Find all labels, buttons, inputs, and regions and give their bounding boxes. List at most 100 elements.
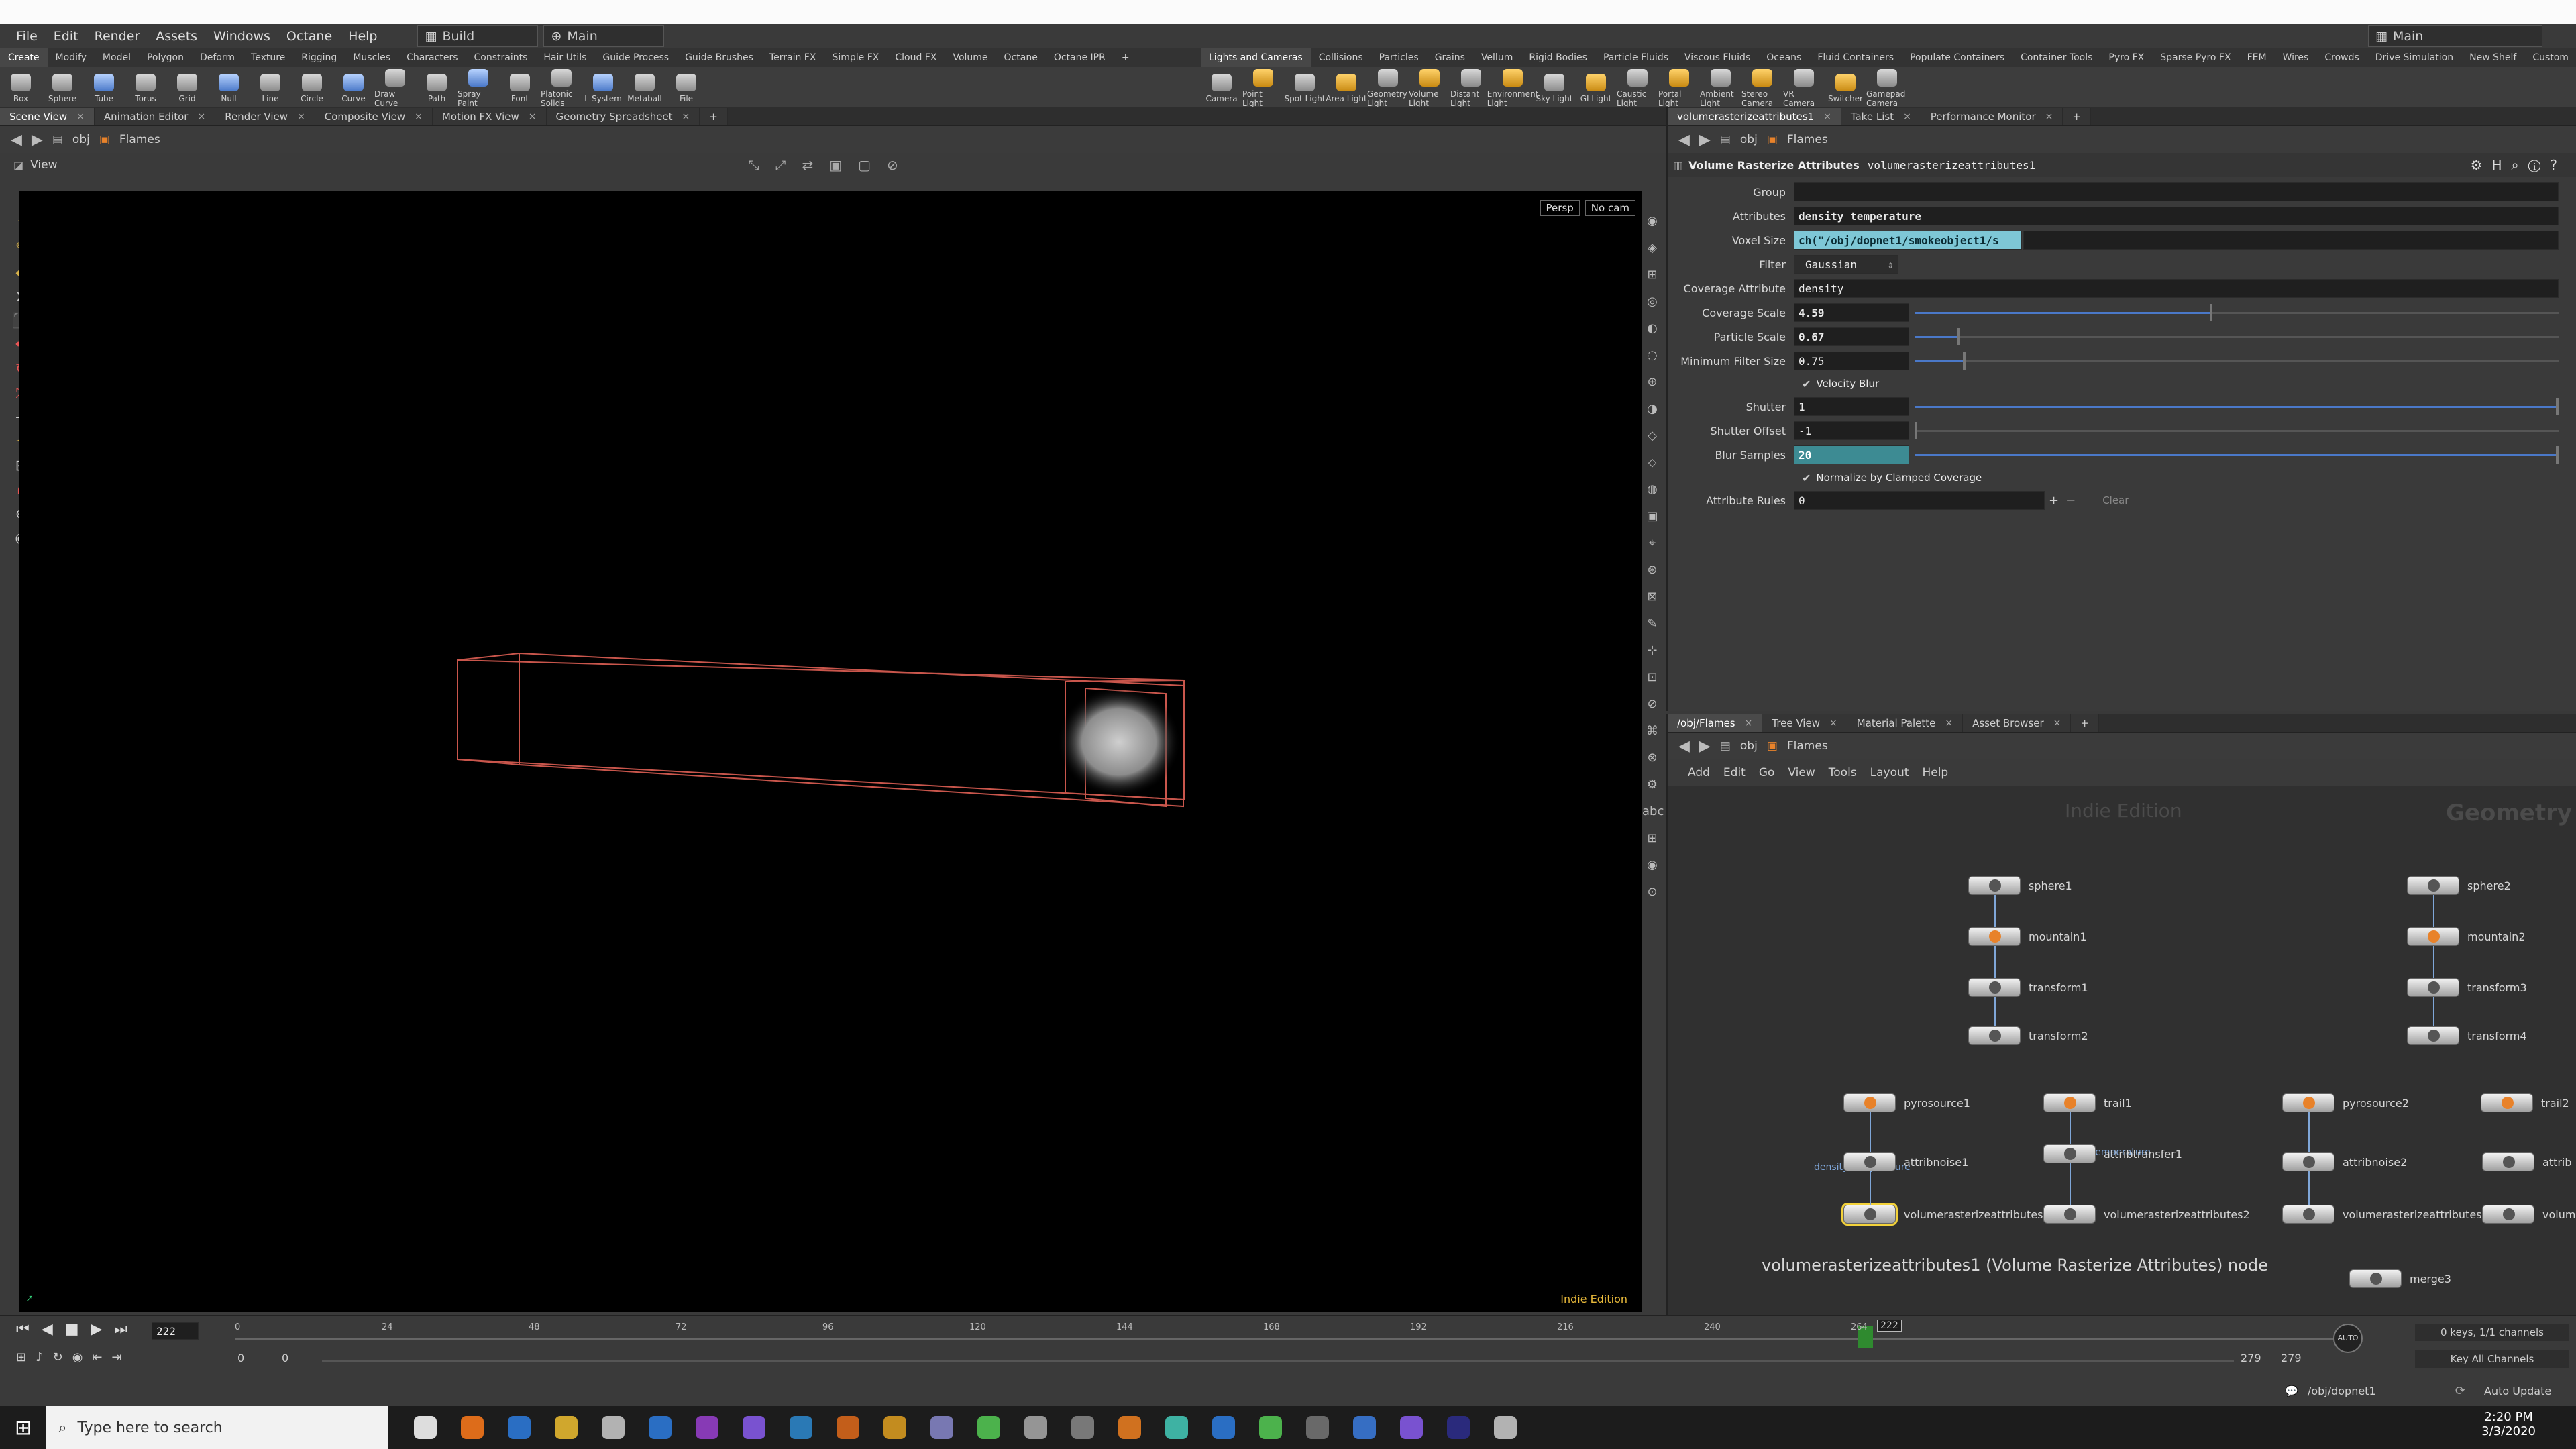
shelf-tool[interactable]: Switcher [1825,71,1866,103]
node-icon[interactable] [2043,1144,2096,1163]
taskbar-app-icon[interactable] [1447,1416,1470,1439]
pane-tab[interactable]: volumerasterizeattributes1 × [1668,108,1841,125]
pane-tab[interactable]: Take List × [1841,108,1921,125]
shelf-tab[interactable]: FEM [2239,48,2275,67]
current-frame-field[interactable]: 222 [152,1322,199,1340]
voxel-size-field[interactable]: ch("/obj/dopnet1/smokeobject1/s [1794,231,2022,250]
close-icon[interactable]: × [76,111,85,122]
node-icon[interactable] [2407,1026,2459,1045]
net-forward-icon[interactable]: ▶ [1699,738,1711,755]
shelf-tool[interactable]: Box [0,71,42,103]
range-start[interactable]: 0 [237,1352,244,1364]
shelf-tool[interactable]: Spray Paint [458,66,499,108]
shelf-tab[interactable]: Model [95,48,139,67]
coverage-scale-field[interactable]: 4.59 [1794,303,1909,322]
auto-key-button[interactable]: AUTO [2333,1324,2363,1353]
stop-icon[interactable]: ■ [65,1321,79,1338]
taskbar-app-icon[interactable] [977,1416,1001,1439]
velocity-blur-checkbox[interactable]: ✔ [1802,378,1811,390]
menu-render[interactable]: Render [95,29,140,44]
network-node[interactable]: attribnoise1 [1843,1152,1968,1171]
shelf-tool[interactable]: Distant Light [1450,66,1492,108]
shelf-tab[interactable]: Guide Process [594,48,677,67]
menu-help[interactable]: Help [348,29,377,44]
menu-edit[interactable]: Edit [54,29,78,44]
normalize-checkbox[interactable]: ✔ [1802,472,1811,484]
taskbar-app-icon[interactable] [1259,1416,1283,1439]
shelf-tool[interactable]: Null [208,71,250,103]
shelf-tab[interactable]: Lights and Cameras [1201,48,1311,67]
taskbar-app-icon[interactable] [743,1416,766,1439]
pane-tab[interactable]: Material Palette × [1847,714,1964,732]
taskbar-app-icon[interactable] [1306,1416,1330,1439]
min-filter-field[interactable]: 0.75 [1794,352,1909,370]
loop-icon[interactable]: ↻ [53,1350,63,1364]
range-end-2[interactable]: 279 [2281,1352,2302,1364]
network-node[interactable]: sphere2 [2407,876,2511,895]
shelf-tab[interactable]: Muscles [345,48,398,67]
audio-icon[interactable]: ♪ [36,1350,44,1364]
3d-viewport[interactable]: Persp No cam Indie Edition ↗ [19,191,1642,1312]
timeline-ruler[interactable]: 222 0 24 48 72 96 120 144 168 192 216 240 264 [235,1320,2341,1348]
shelf-tool[interactable]: Volume Light [1409,66,1450,108]
path-obj[interactable]: obj [72,133,90,146]
shelf-tab[interactable]: Characters [398,48,466,67]
node-icon[interactable] [2282,1152,2334,1171]
shelf-tab[interactable]: Particles [1371,48,1427,67]
shelf-tab[interactable]: Fluid Containers [1809,48,1902,67]
node-icon[interactable] [2407,876,2459,895]
shelf-tool[interactable]: Portal Light [1658,66,1700,108]
node-icon[interactable] [2043,1093,2096,1112]
shelf-tool[interactable]: Curve [333,71,374,103]
shelf-tool[interactable]: Line [250,71,291,103]
node-icon[interactable] [2349,1269,2402,1288]
shelf-tab[interactable]: Octane [996,48,1046,67]
shelf-tool[interactable]: GI Light [1575,71,1617,103]
shelf-tab[interactable]: Container Tools [2012,48,2100,67]
refresh-icon[interactable]: ⟳ [2455,1384,2465,1398]
menu-windows[interactable]: Windows [213,29,270,44]
network-node[interactable]: volume [2482,1205,2576,1224]
param-back-icon[interactable]: ◀ [1678,131,1690,148]
net-path-flames[interactable]: Flames [1787,739,1828,753]
shelf-tab[interactable]: + [1114,48,1138,67]
realtime-icon[interactable]: ⊞ [16,1350,26,1364]
shelf-tab[interactable]: Particle Fluids [1595,48,1676,67]
shelf-tab[interactable]: Populate Containers [1902,48,2012,67]
shelf-tab[interactable]: Vellum [1473,48,1521,67]
prev-key-icon[interactable]: ⇤ [92,1350,102,1364]
shelf-tab[interactable]: Texture [243,48,293,67]
network-menu-item[interactable]: Help [1922,766,1948,780]
taskbar-app-icon[interactable] [1165,1416,1189,1439]
network-node[interactable]: volumerasterizeattributes1 [1841,1203,2050,1226]
network-node[interactable]: pyrosource2 [2282,1093,2409,1112]
node-icon[interactable] [2282,1093,2334,1112]
network-node[interactable]: attrib [2482,1152,2572,1171]
attributes-field[interactable]: density temperature [1794,207,2559,225]
taskbar-app-icon[interactable] [414,1416,437,1439]
shelf-tool[interactable]: Font [499,71,541,103]
taskbar-app-icon[interactable] [930,1416,954,1439]
network-node[interactable]: volumerasterizeattributes2 [2043,1205,2250,1224]
shelf-tool[interactable]: File [665,71,707,103]
network-menu-item[interactable]: View [1788,766,1815,780]
param-forward-icon[interactable]: ▶ [1699,131,1711,148]
shelf-tab[interactable]: Constraints [466,48,536,67]
node-icon[interactable] [2481,1093,2533,1112]
add-tab-button[interactable]: + [2071,714,2099,732]
close-icon[interactable]: × [197,111,205,122]
pane-tab[interactable]: Animation Editor × [94,108,216,125]
network-node[interactable]: transform1 [1968,978,2088,997]
close-icon[interactable]: × [1945,718,1953,729]
node-icon[interactable] [1843,1093,1896,1112]
shelf-tab[interactable]: Deform [192,48,243,67]
particle-scale-field[interactable]: 0.67 [1794,327,1909,346]
shelf-tool[interactable]: VR Camera [1783,66,1825,108]
shutter-offset-field[interactable]: -1 [1794,421,1909,440]
network-canvas[interactable]: Indie Edition Geometry volumerasterizeat… [1668,786,2576,1315]
display-options-icons[interactable]: ◉ ◈ ⊞ ◎ ◐ ◌ ⊕ ◑ ◇ ⬦ ◍ ▣ ⌖ ⊛ ⊠ ✎ ⊹ ⊡ ⊘ ⌘ ⊗ ⚙ abc ⊞ ◉ ⊙ [1642,208,1664,906]
shelf-tool[interactable]: Geometry Light [1367,66,1409,108]
close-icon[interactable]: × [415,111,423,122]
windows-start-icon[interactable]: ⊞ [15,1416,32,1440]
clear-rules-button[interactable]: Clear [2102,494,2129,506]
